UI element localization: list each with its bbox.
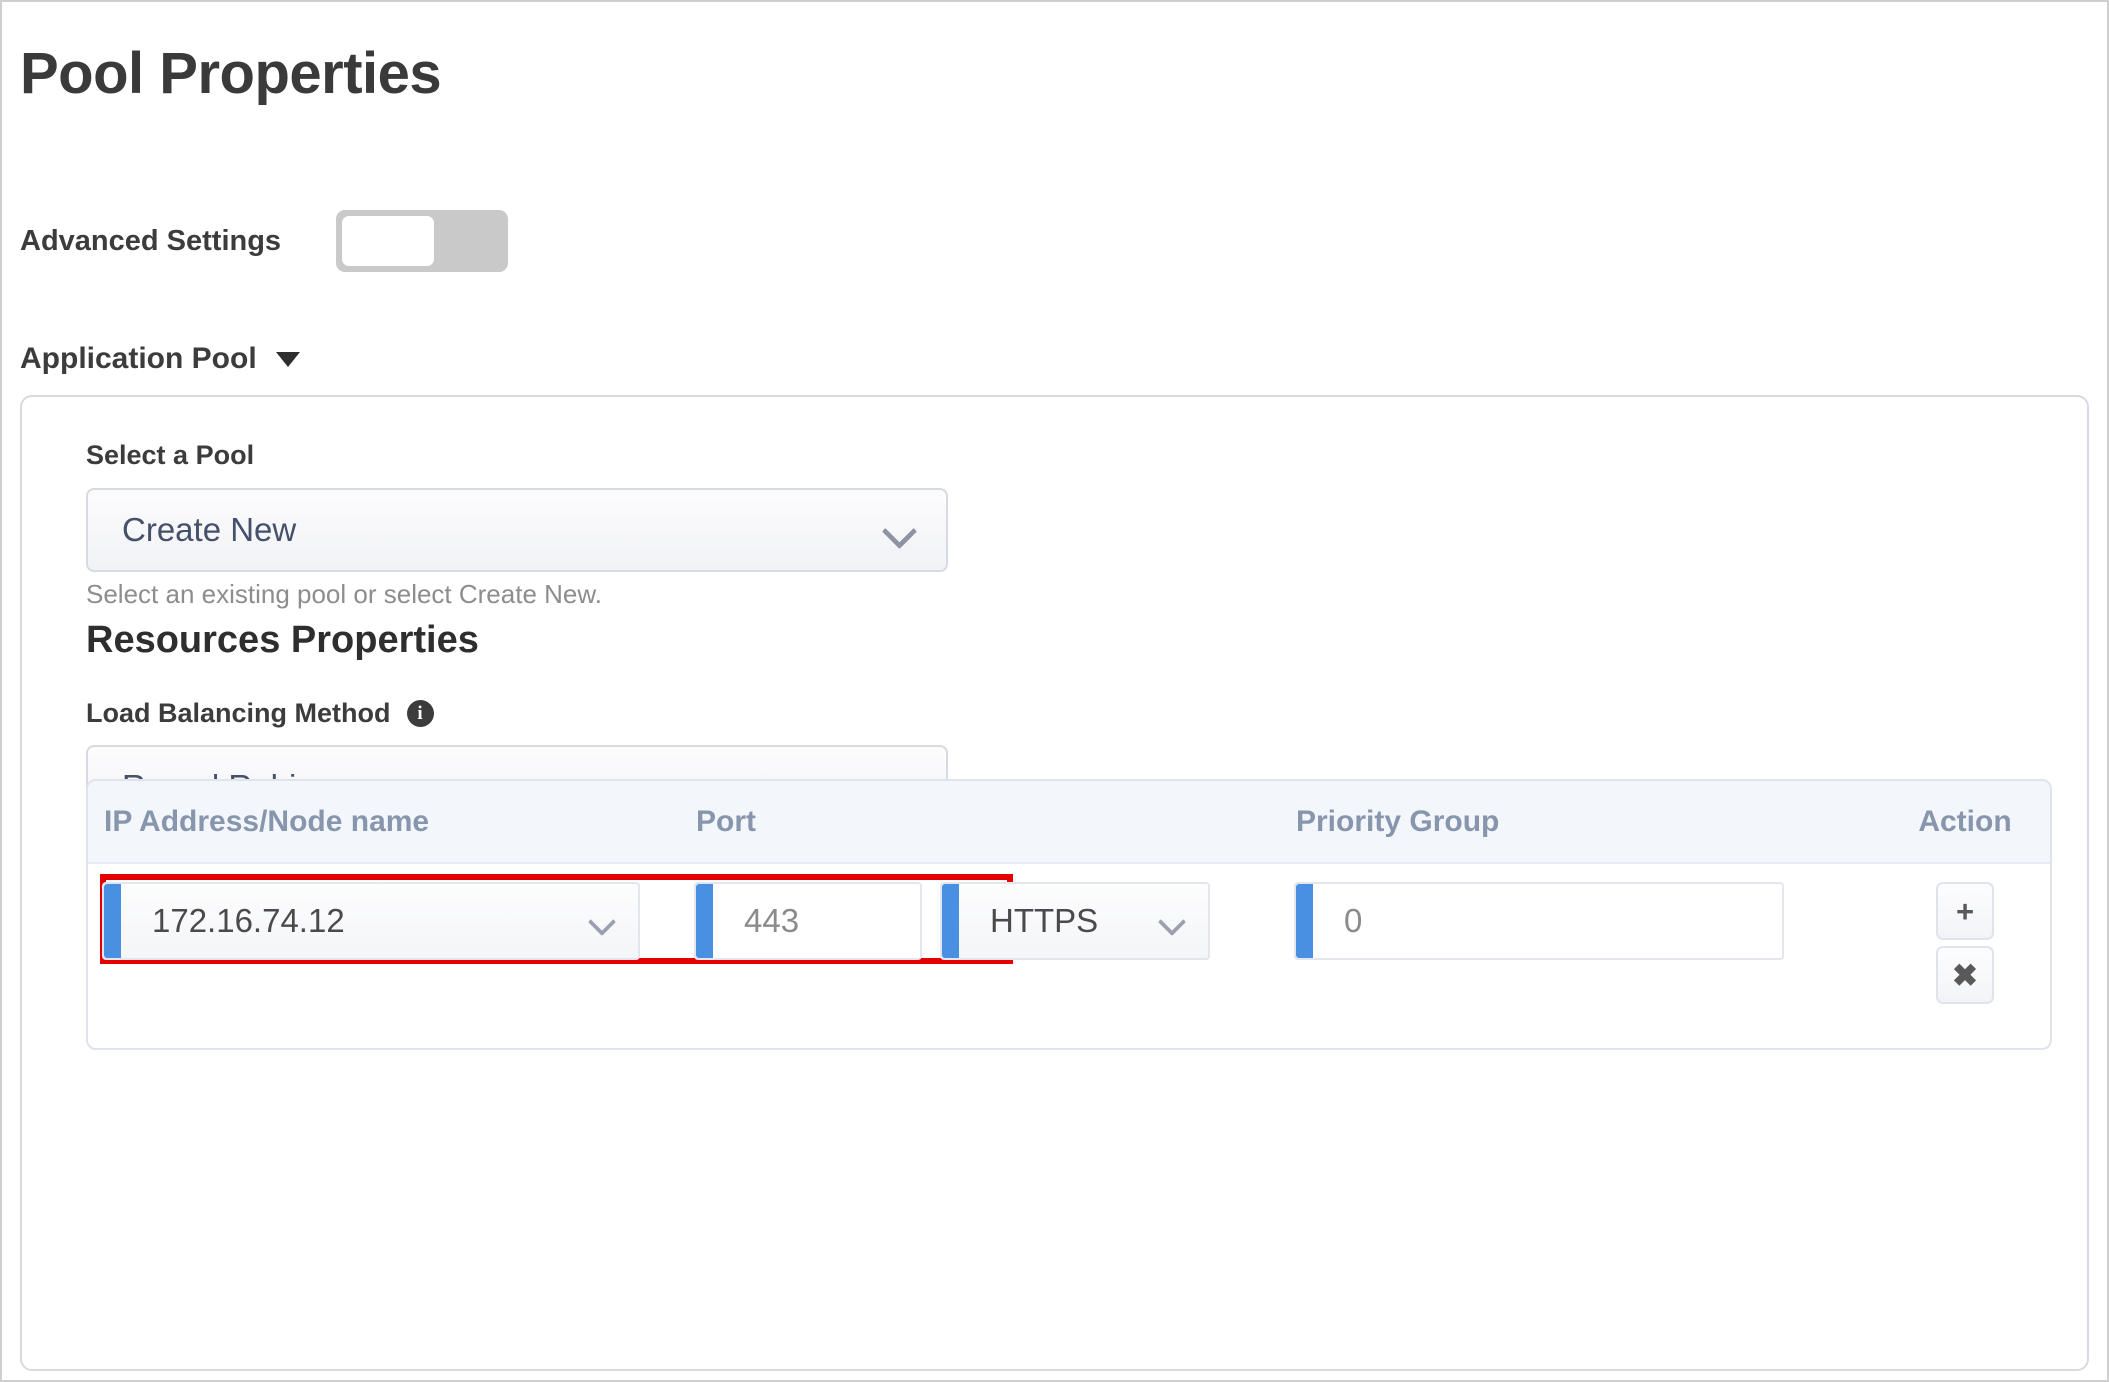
column-header-priority-group: Priority Group [1296, 804, 1500, 838]
pool-servers-table: IP Address/Node name Port Priority Group… [86, 779, 2052, 1050]
table-row: 172.16.74.12 443 HTTPS 0 + ✖ [88, 864, 2050, 1048]
protocol-dropdown[interactable]: HTTPS [940, 882, 1210, 960]
field-accent-bar [1296, 884, 1313, 958]
field-accent-bar [696, 884, 713, 958]
column-header-port: Port [696, 804, 756, 838]
resources-properties-title: Resources Properties [86, 619, 479, 661]
chevron-down-icon [587, 907, 617, 937]
ip-address-value: 172.16.74.12 [152, 902, 345, 939]
ip-address-dropdown[interactable]: 172.16.74.12 [102, 882, 640, 960]
table-header-row: IP Address/Node name Port Priority Group… [88, 781, 2050, 864]
caret-down-icon [275, 351, 300, 367]
cell-priority-group: 0 [1280, 882, 1882, 960]
protocol-value: HTTPS [990, 902, 1099, 939]
application-pool-section-header[interactable]: Application Pool [20, 342, 300, 376]
cell-port: 443 HTTPS [680, 882, 1280, 960]
select-pool-dropdown[interactable]: Create New [86, 488, 948, 572]
pool-properties-screen: Pool Properties Advanced Settings Applic… [0, 0, 2109, 1382]
page-title: Pool Properties [20, 41, 442, 106]
application-pool-label: Application Pool [20, 342, 257, 375]
info-icon[interactable]: i [406, 700, 434, 727]
advanced-settings-toggle[interactable] [336, 210, 509, 272]
column-header-action: Action [1918, 804, 2012, 838]
port-input[interactable]: 443 [694, 882, 922, 960]
field-accent-bar [942, 884, 959, 958]
remove-row-button[interactable]: ✖ [1936, 946, 1994, 1004]
select-pool-value: Create New [122, 511, 297, 548]
select-pool-label: Select a Pool [86, 440, 255, 470]
cell-action: + ✖ [1882, 882, 2048, 1004]
load-balancing-label-row: Load Balancing Method i [86, 698, 434, 729]
toggle-knob [342, 216, 435, 266]
advanced-settings-row: Advanced Settings [20, 210, 509, 272]
application-pool-panel: Select a Pool Create New Select an exist… [20, 395, 2089, 1371]
add-row-button[interactable]: + [1936, 882, 1994, 940]
priority-group-input[interactable]: 0 [1294, 882, 1784, 960]
select-pool-help-text: Select an existing pool or select Create… [86, 579, 602, 609]
chevron-down-icon [881, 513, 918, 550]
cell-ip: 172.16.74.12 [88, 882, 680, 960]
chevron-down-icon [1157, 907, 1187, 937]
field-accent-bar [104, 884, 121, 958]
advanced-settings-label: Advanced Settings [20, 224, 282, 257]
column-header-ip: IP Address/Node name [104, 804, 430, 838]
load-balancing-label: Load Balancing Method [86, 698, 391, 728]
